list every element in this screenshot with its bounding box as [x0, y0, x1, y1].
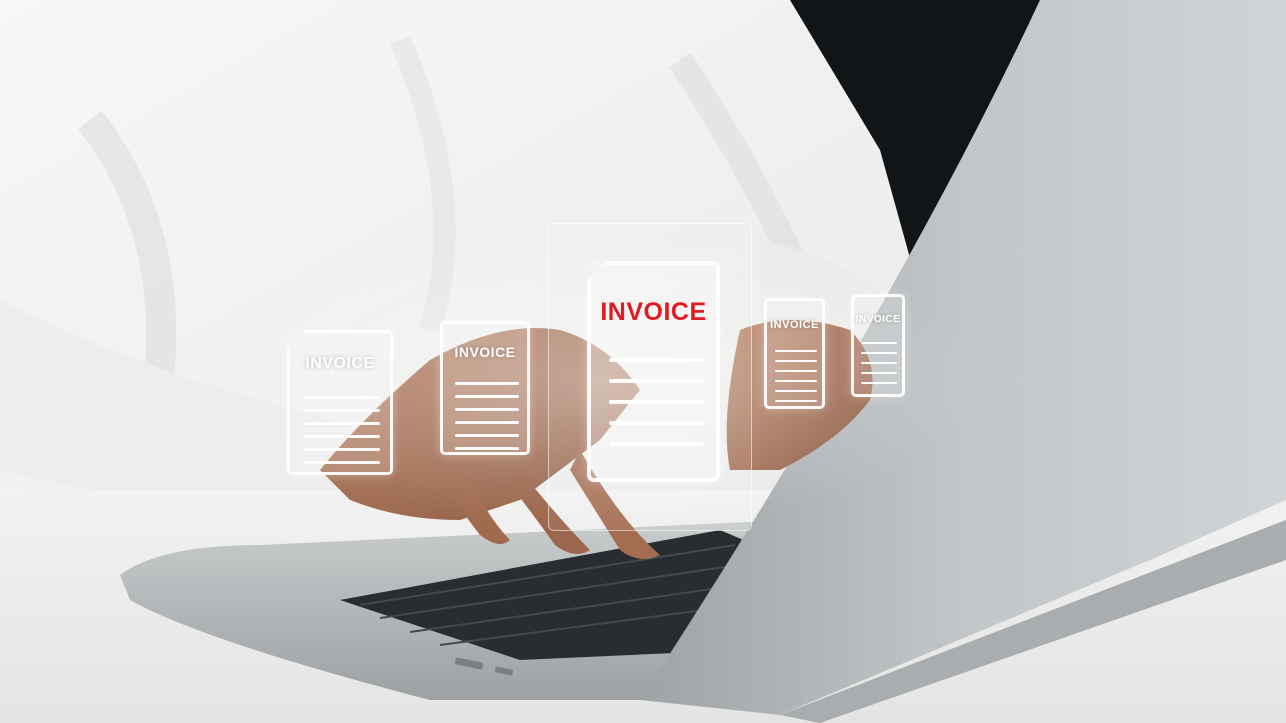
invoice-title: INVOICE	[454, 344, 516, 360]
invoice-title: INVOICE	[770, 319, 819, 331]
invoice-title: INVOICE	[600, 298, 707, 326]
text-lines	[860, 342, 898, 392]
invoice-document-icon: INVOICE	[286, 329, 393, 475]
text-lines	[608, 358, 704, 463]
text-lines	[454, 382, 519, 460]
invoice-document-icon: INVOICE	[587, 261, 720, 482]
text-lines	[304, 396, 380, 474]
invoice-document-icon: INVOICE	[764, 298, 825, 409]
invoice-document-icon: INVOICE	[440, 321, 530, 455]
invoice-document-icon: INVOICE	[851, 294, 905, 397]
text-lines	[774, 350, 817, 410]
page-fold-icon	[286, 329, 306, 349]
invoice-title: INVOICE	[855, 314, 901, 325]
invoice-title: INVOICE	[305, 355, 375, 372]
photo-scene: INVOICE INVOICE INVOICE INVOICE INVOICE	[0, 0, 1286, 723]
page-fold-icon	[587, 261, 607, 281]
